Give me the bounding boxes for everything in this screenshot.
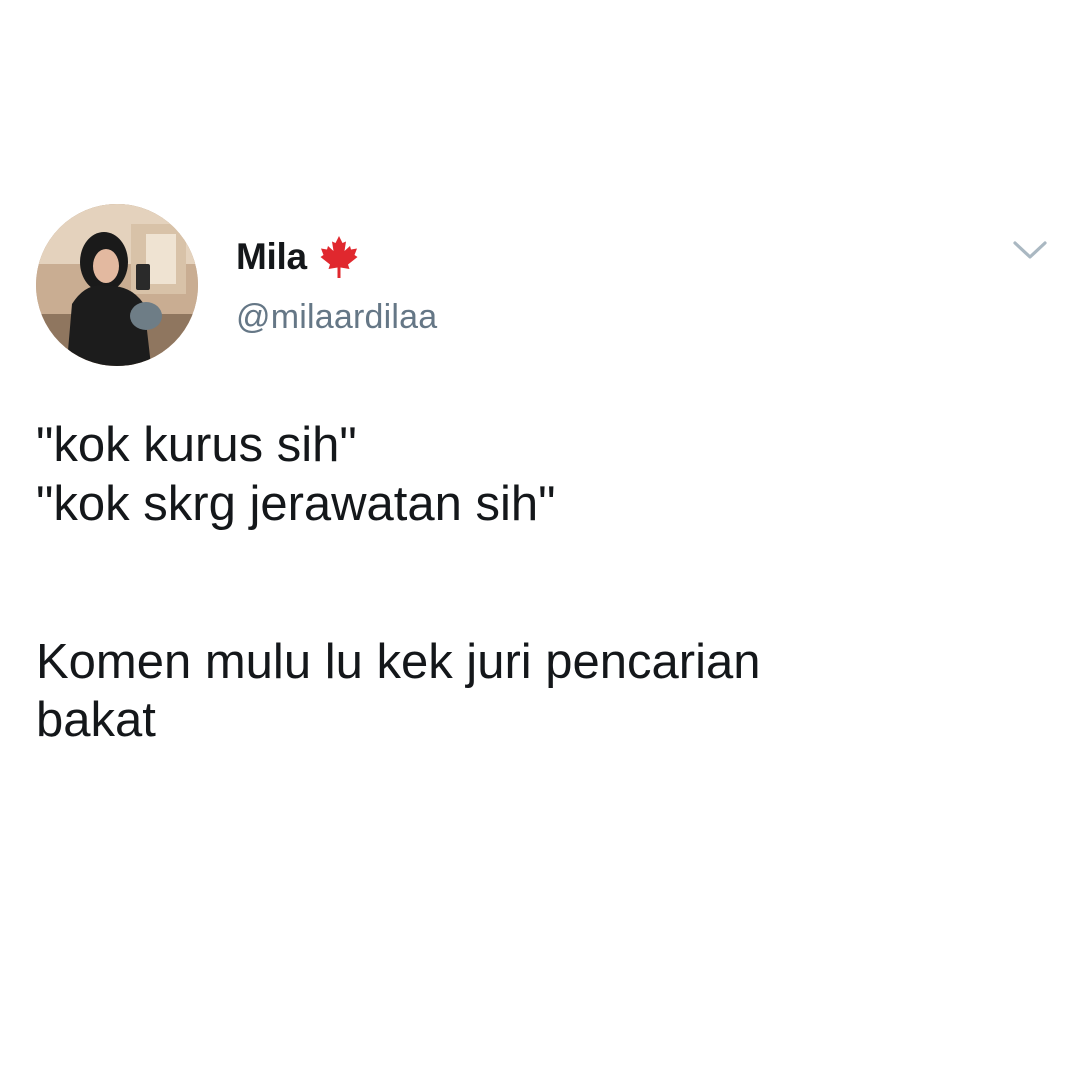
- tweet-card: Mila @milaardilaa "kok kurus sih" "kok s…: [0, 0, 1080, 1080]
- author-handle[interactable]: @milaardilaa: [236, 298, 437, 337]
- tweet-line: "kok kurus sih": [36, 418, 357, 472]
- tweet-line: "kok skrg jerawatan sih": [36, 476, 556, 531]
- display-name[interactable]: Mila: [236, 236, 307, 278]
- tweet-line: Komen mulu lu kek juri pencarian: [36, 634, 761, 689]
- author-row[interactable]: Mila: [236, 232, 359, 282]
- tweet-text: "kok kurus sih" "kok skrg jerawatan sih"…: [36, 416, 1046, 750]
- tweet-line: bakat: [36, 693, 156, 748]
- maple-leaf-icon: [319, 234, 359, 280]
- avatar[interactable]: [36, 204, 198, 366]
- avatar-image: [36, 204, 198, 366]
- chevron-down-icon[interactable]: [1012, 236, 1048, 264]
